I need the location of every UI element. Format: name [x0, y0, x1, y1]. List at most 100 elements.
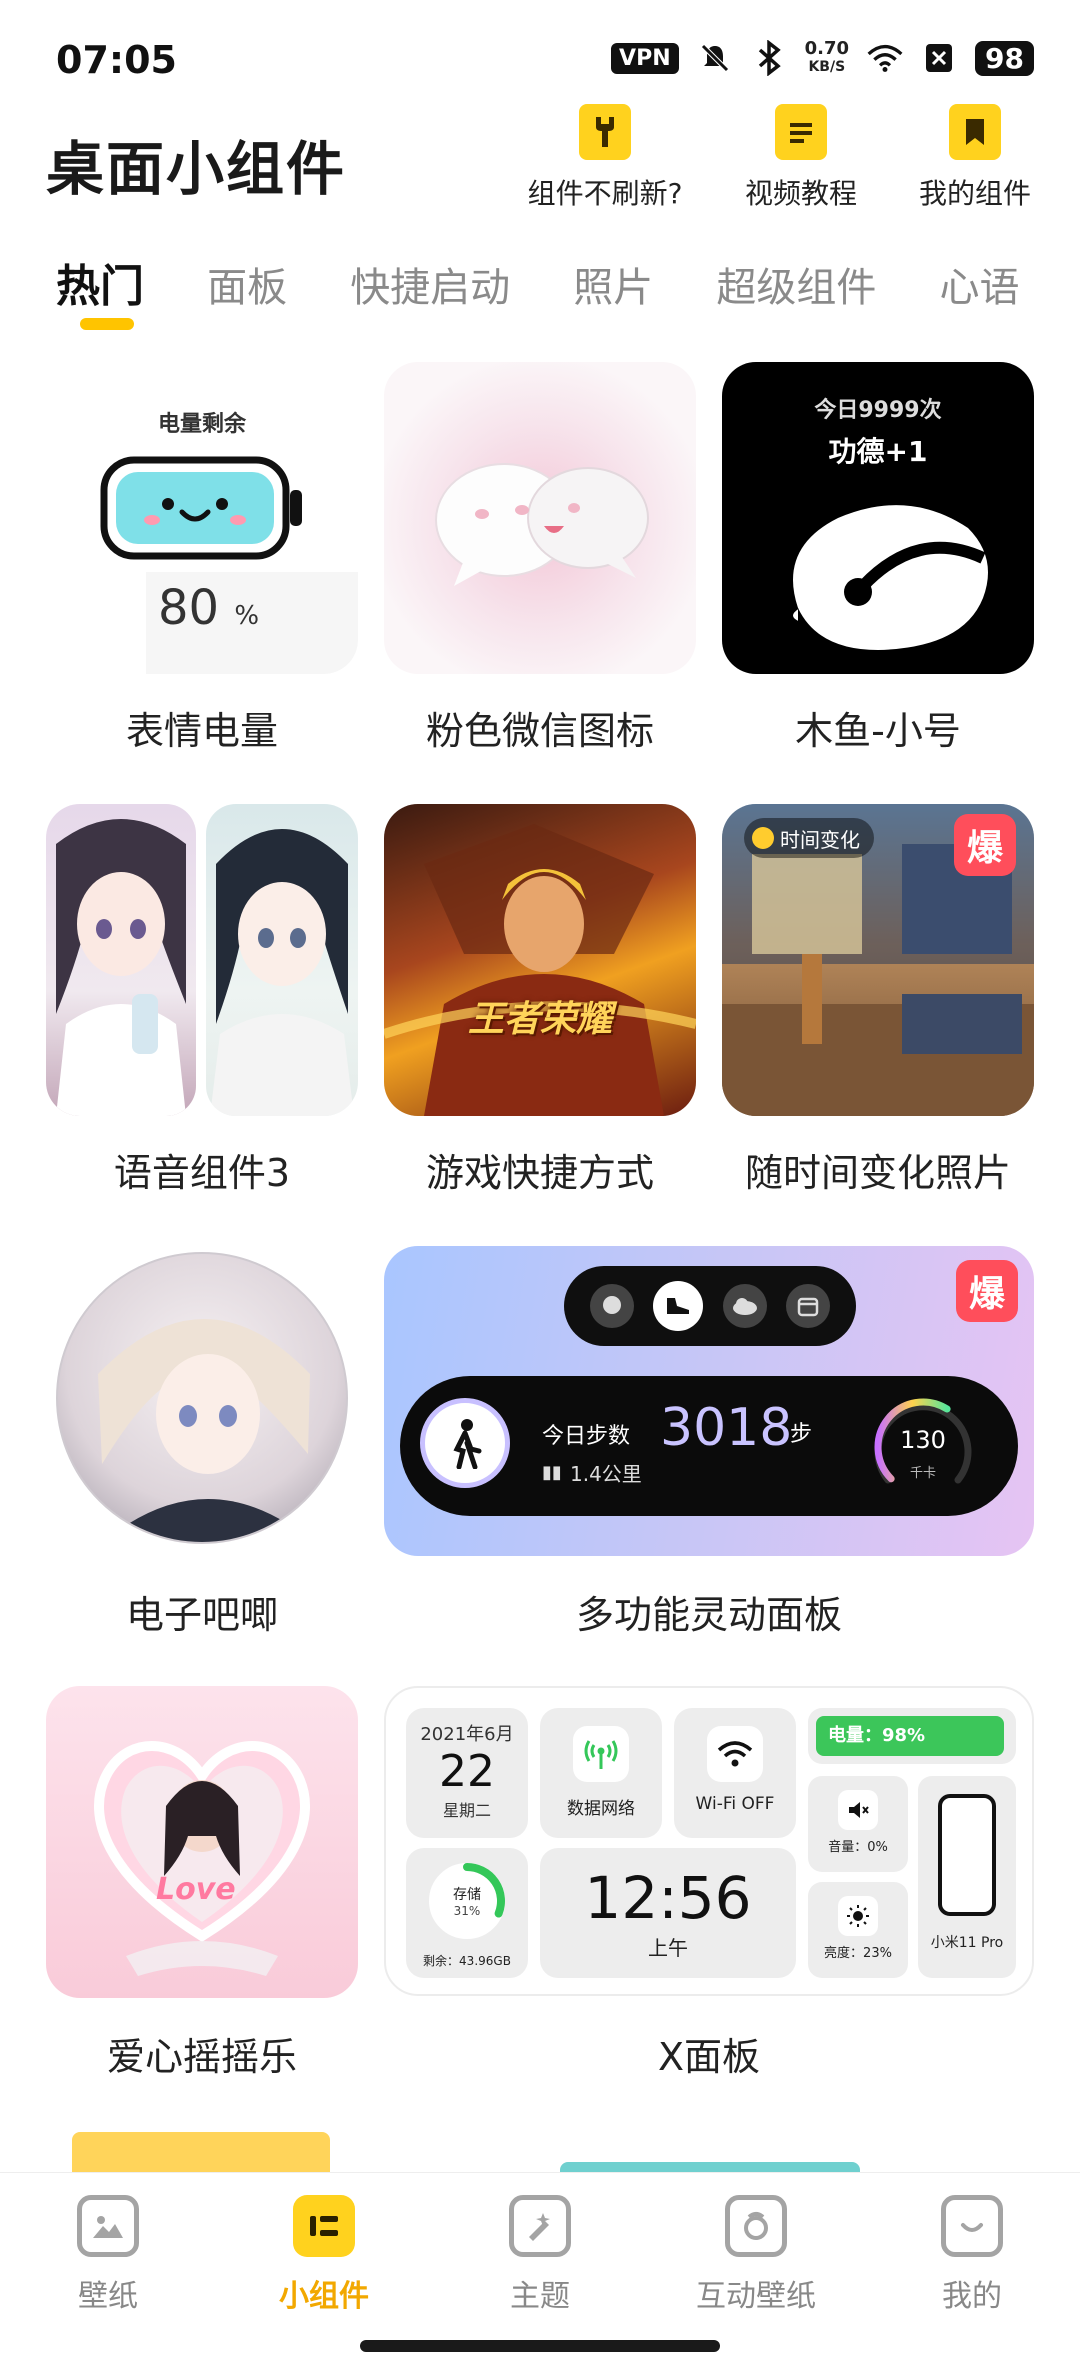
time-photo-label: 随时间变化照片 [744, 1151, 1011, 1195]
wifi-icon [867, 40, 903, 76]
battery-value-row: 80 % [158, 580, 259, 636]
antenna-icon [573, 1726, 629, 1782]
clock-period: 上午 [648, 1936, 688, 1960]
wrench-icon [579, 104, 631, 160]
nav-wallpaper-label: 壁纸 [78, 2279, 138, 2314]
nav-profile-label: 我的 [942, 2279, 1002, 2314]
brightness-tile[interactable]: 亮度：23% [808, 1882, 908, 1978]
volume-tile[interactable]: 音量：0% [808, 1776, 908, 1872]
refresh-help-button[interactable]: 组件不刷新? [518, 104, 692, 212]
dynamic-panel-widget[interactable]: 爆 今日步数 3018 步 1.4公里 ▮▮ 130 千卡 [384, 1246, 1034, 1556]
battery-level-text: 电量：98% [828, 1725, 926, 1746]
widget-icon [293, 2195, 355, 2257]
nav-wallpaper[interactable]: 壁纸 [18, 2195, 198, 2315]
status-bar: 07:05 VPN 0.70 KB/S 98 [0, 0, 1080, 120]
brightness-text: 亮度：23% [824, 1946, 892, 1961]
voice-widget[interactable] [46, 804, 358, 1116]
battery-tile: 电量：98% [808, 1708, 1016, 1764]
wifi-tile-label: Wi-Fi OFF [695, 1794, 775, 1814]
sun-icon [838, 1896, 878, 1936]
theme-icon [509, 2195, 571, 2257]
refresh-help-label: 组件不刷新? [527, 177, 683, 210]
image-icon [77, 2195, 139, 2257]
tab-active-indicator [80, 318, 134, 330]
bookmark-icon [949, 104, 1001, 160]
my-widgets-label: 我的组件 [918, 177, 1031, 210]
home-indicator[interactable] [360, 2340, 720, 2352]
net-speed: 0.70 KB/S [805, 40, 849, 76]
wifi-tile-icon [707, 1726, 763, 1782]
wooden-fish-widget[interactable]: 今日9999次 功德+1 [722, 362, 1034, 674]
calories-value: 130 [900, 1426, 946, 1454]
hot-badge: 爆 [956, 1260, 1018, 1322]
vpn-badge: VPN [611, 42, 679, 74]
nav-themes[interactable]: 主题 [450, 2195, 630, 2315]
pink-wechat-widget[interactable] [384, 362, 696, 674]
date-tile: 2021年6月 22 星期二 [406, 1708, 528, 1838]
next-row-preview-right [560, 2162, 860, 2172]
status-time: 07:05 [56, 38, 177, 82]
storage-percent: 31% [453, 1904, 481, 1918]
voice-widget-label: 语音组件3 [113, 1151, 291, 1195]
battery-emoji-widget[interactable]: 电量剩余 80 % [46, 362, 358, 674]
tab-panel[interactable]: 面板 [207, 255, 287, 313]
storage-title: 存储 [453, 1887, 481, 1903]
battery-unit: % [234, 601, 260, 631]
tab-quick-launch[interactable]: 快捷启动 [350, 255, 510, 313]
mute-bell-icon [697, 40, 733, 76]
speaker-icon [838, 1790, 878, 1830]
nav-widgets-label: 小组件 [279, 2279, 369, 2314]
document-icon [775, 104, 827, 160]
date-month: 2021年6月 [420, 1724, 514, 1745]
nav-themes-label: 主题 [510, 2279, 570, 2314]
battery-widget-header: 电量剩余 [157, 412, 246, 437]
storage-tile: 存储 31% 剩余：43.96GB [406, 1848, 528, 1978]
panel-mode-switcher [564, 1266, 856, 1346]
wifi-tile[interactable]: Wi-Fi OFF [674, 1708, 796, 1838]
tab-hot[interactable]: 热门 [56, 250, 144, 314]
time-photo-widget[interactable]: 时间变化 爆 [722, 804, 1034, 1116]
love-text: Love [156, 1872, 236, 1907]
pink-wechat-label: 粉色微信图标 [425, 709, 654, 753]
video-tutorial-button[interactable]: 视频教程 [728, 104, 874, 212]
data-network-tile[interactable]: 数据网络 [540, 1708, 662, 1838]
voice-character-right [206, 804, 358, 1116]
data-network-label: 数据网络 [567, 1799, 635, 1819]
calendar-icon[interactable] [786, 1284, 831, 1328]
cloud-icon[interactable] [722, 1284, 767, 1328]
phone-model: 小米11 Pro [930, 1935, 1004, 1951]
walking-icon [420, 1398, 510, 1488]
interactive-wallpaper-icon [725, 2195, 787, 2257]
game-shortcut-widget[interactable]: 王者荣耀 [384, 804, 696, 1116]
heart-frame-art [94, 1741, 310, 1976]
tab-super-widgets[interactable]: 超级组件 [716, 255, 876, 313]
game-title: 王者荣耀 [467, 999, 612, 1040]
nav-profile[interactable]: 我的 [882, 2195, 1062, 2315]
wooden-fish-label: 木鱼-小号 [795, 709, 961, 753]
shoe-icon[interactable] [653, 1281, 704, 1331]
voice-character-left [46, 804, 196, 1116]
tab-photos[interactable]: 照片 [573, 255, 653, 313]
date-day: 22 [439, 1746, 495, 1797]
wooden-fish-icon [791, 505, 988, 650]
close-box-icon [921, 40, 957, 76]
video-tutorial-label: 视频教程 [744, 177, 857, 210]
time-change-text: 时间变化 [780, 827, 860, 852]
face-icon[interactable] [589, 1284, 634, 1328]
clock-tile: 12:56 上午 [540, 1848, 796, 1978]
nav-interactive-wallpaper[interactable]: 互动壁纸 [666, 2195, 846, 2315]
heart-swing-widget[interactable]: Love [46, 1686, 358, 1998]
game-shortcut-label: 游戏快捷方式 [425, 1151, 654, 1195]
my-widgets-button[interactable]: 我的组件 [902, 104, 1048, 212]
clock-time: 12:56 [584, 1864, 752, 1932]
dynamic-panel-label: 多功能灵动面板 [575, 1593, 842, 1637]
avatar-badge-widget[interactable] [56, 1252, 348, 1544]
wechat-bubbles-icon [435, 463, 649, 586]
x-panel-widget[interactable]: 2021年6月 22 星期二 数据网络 Wi-Fi OFF 电量：98% 音量：… [384, 1686, 1034, 1996]
battery-value: 80 [158, 580, 220, 636]
volume-text: 音量：0% [828, 1840, 888, 1855]
calories-unit: 千卡 [909, 1466, 936, 1481]
tab-heart-words[interactable]: 心语 [939, 255, 1019, 313]
nav-widgets[interactable]: 小组件 [234, 2195, 414, 2315]
time-change-tag: 时间变化 [744, 818, 874, 858]
